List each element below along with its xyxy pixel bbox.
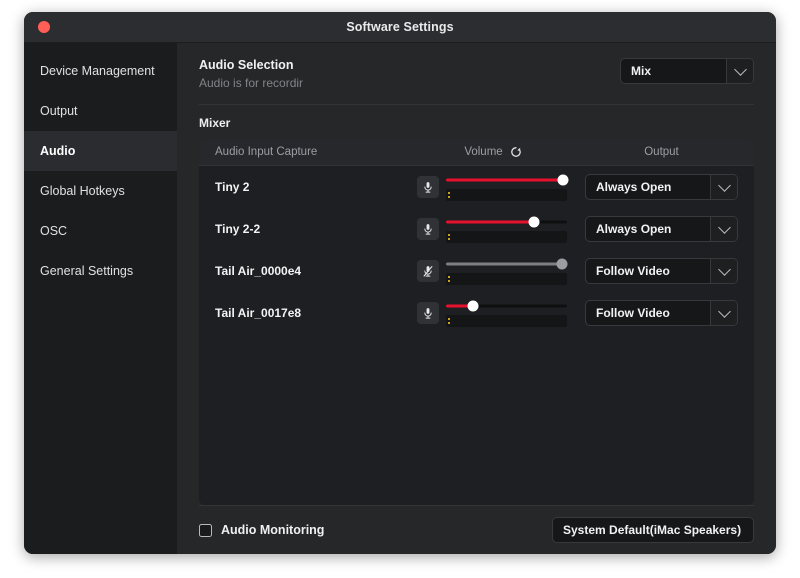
slider-fill: [446, 220, 535, 223]
column-header-name: Audio Input Capture: [215, 146, 318, 158]
row-name: Tail Air_0000e4: [215, 264, 302, 278]
row-name: Tiny 2-2: [215, 222, 261, 236]
slider-knob[interactable]: [557, 174, 569, 185]
sidebar-item-label: Audio: [40, 144, 76, 158]
chevron-down-icon: [726, 59, 753, 83]
sidebar-item-label: Output: [40, 104, 78, 118]
monitoring-device-dropdown[interactable]: System Default(iMac Speakers): [552, 517, 754, 543]
slider-knob[interactable]: [467, 300, 479, 311]
sidebar-item-label: OSC: [40, 224, 68, 238]
row-volume-stack: [446, 216, 569, 243]
table-row: Tiny 2 Always Open: [199, 166, 754, 208]
table-row: Tail Air_0017e8 Follow Video: [199, 292, 754, 334]
settings-window: Software Settings Device Management Outp…: [24, 12, 776, 554]
window-body: Device Management Output Audio Global Ho…: [24, 43, 776, 554]
audio-selection-dropdown-value: Mix: [631, 64, 652, 78]
sidebar-item-label: Global Hotkeys: [40, 184, 125, 198]
level-meter: [446, 230, 567, 243]
microphone-icon[interactable]: [417, 302, 439, 324]
level-meter: [446, 272, 567, 285]
row-volume-stack: [446, 300, 569, 327]
sidebar-item-label: Device Management: [40, 64, 155, 78]
row-output-cell: Follow Video: [569, 300, 754, 326]
row-name: Tail Air_0017e8: [215, 306, 302, 320]
row-volume-stack: [446, 174, 569, 201]
microphone-muted-icon[interactable]: [417, 260, 439, 282]
row-output-cell: Follow Video: [569, 258, 754, 284]
volume-slider[interactable]: [446, 174, 569, 186]
mixer-rows: Tiny 2 Always Open Tiny 2-2 Always Open …: [199, 166, 754, 505]
mixer-section: Mixer Audio Input Capture Volume Output …: [199, 105, 754, 505]
volume-slider[interactable]: [446, 300, 567, 312]
slider-fill: [446, 262, 563, 265]
row-output-cell: Always Open: [569, 174, 754, 200]
audio-selection-title: Audio Selection: [199, 58, 294, 72]
sidebar-item-osc[interactable]: OSC: [24, 211, 177, 251]
sidebar-item-general-settings[interactable]: General Settings: [24, 251, 177, 291]
row-volume-cell: [417, 216, 569, 243]
audio-selection-section: Audio Selection Audio is for recordir Mi…: [199, 43, 754, 105]
microphone-muted-glyph: [423, 265, 433, 277]
title-bar: Software Settings: [24, 12, 776, 43]
row-volume-cell: [417, 300, 569, 327]
sidebar-item-audio[interactable]: Audio: [24, 131, 177, 171]
output-dropdown[interactable]: Always Open: [585, 216, 738, 242]
output-dropdown[interactable]: Follow Video: [585, 300, 738, 326]
column-header-volume-label: Volume: [464, 146, 503, 158]
slider-knob[interactable]: [556, 258, 568, 269]
window-title: Software Settings: [346, 20, 454, 34]
microphone-icon[interactable]: [417, 218, 439, 240]
monitoring-device-value: System Default(iMac Speakers): [563, 523, 742, 537]
chevron-down-icon: [710, 217, 737, 241]
row-volume-cell: [417, 258, 569, 285]
output-dropdown-value: Follow Video: [596, 264, 670, 278]
microphone-glyph: [424, 223, 432, 235]
audio-selection-text: Audio Selection Audio is for recordir: [199, 58, 303, 90]
output-dropdown-value: Always Open: [596, 222, 672, 236]
content-pane: Audio Selection Audio is for recordir Mi…: [177, 43, 776, 554]
chevron-down-icon: [710, 301, 737, 325]
slider-knob[interactable]: [528, 216, 540, 227]
row-volume-stack: [446, 258, 569, 285]
row-name: Tiny 2: [215, 180, 250, 194]
output-dropdown-value: Follow Video: [596, 306, 670, 320]
mixer-table: Audio Input Capture Volume Output Tiny 2…: [199, 139, 754, 505]
microphone-icon[interactable]: [417, 176, 439, 198]
refresh-icon[interactable]: [510, 146, 522, 158]
row-volume-cell: [417, 174, 569, 201]
mixer-title: Mixer: [199, 116, 231, 130]
microphone-glyph: [424, 181, 432, 193]
sidebar-item-global-hotkeys[interactable]: Global Hotkeys: [24, 171, 177, 211]
screenshot-root: Software Settings Device Management Outp…: [0, 0, 800, 578]
volume-slider[interactable]: [446, 216, 567, 228]
output-dropdown[interactable]: Always Open: [585, 174, 738, 200]
column-header-volume: Volume: [417, 146, 569, 158]
sidebar-item-label: General Settings: [40, 264, 134, 278]
close-icon[interactable]: [38, 21, 50, 33]
column-header-output: Output: [644, 146, 679, 158]
sidebar: Device Management Output Audio Global Ho…: [24, 43, 177, 554]
level-meter: [446, 314, 567, 327]
audio-monitoring-label: Audio Monitoring: [221, 523, 325, 537]
audio-selection-subtitle: Audio is for recordir: [199, 76, 304, 90]
row-output-cell: Always Open: [569, 216, 754, 242]
audio-monitoring-group: Audio Monitoring: [199, 523, 324, 537]
output-dropdown-value: Always Open: [596, 180, 672, 194]
output-dropdown[interactable]: Follow Video: [585, 258, 738, 284]
mixer-table-header: Audio Input Capture Volume Output: [199, 139, 754, 166]
chevron-down-icon: [710, 175, 737, 199]
table-row: Tail Air_0000e4 Follow Video: [199, 250, 754, 292]
microphone-glyph: [424, 307, 432, 319]
level-meter: [446, 188, 567, 201]
slider-fill: [446, 178, 564, 181]
audio-selection-dropdown[interactable]: Mix: [620, 58, 754, 84]
sidebar-item-output[interactable]: Output: [24, 91, 177, 131]
chevron-down-icon: [751, 518, 753, 542]
volume-slider[interactable]: [446, 258, 568, 270]
table-row: Tiny 2-2 Always Open: [199, 208, 754, 250]
audio-monitoring-footer: Audio Monitoring System Default(iMac Spe…: [199, 505, 754, 554]
audio-monitoring-checkbox[interactable]: [199, 523, 212, 537]
sidebar-item-device-management[interactable]: Device Management: [24, 51, 177, 91]
chevron-down-icon: [710, 259, 737, 283]
